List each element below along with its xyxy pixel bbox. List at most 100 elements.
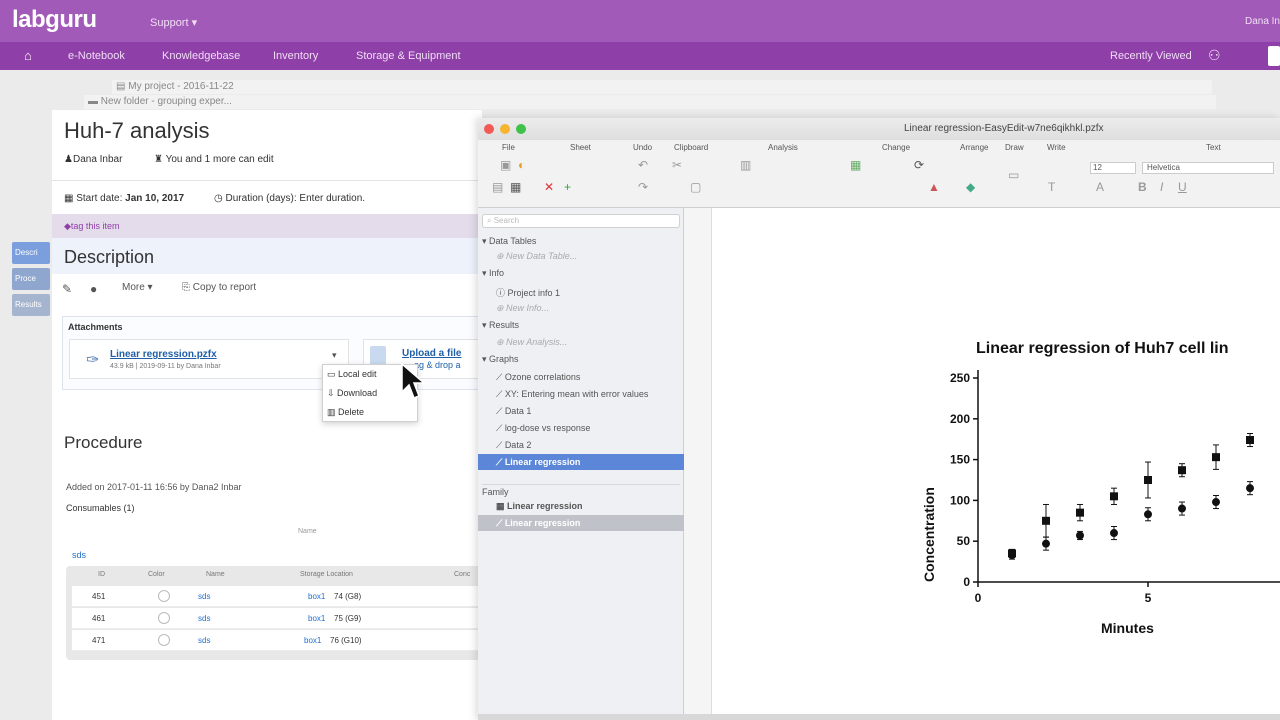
- table-row[interactable]: 471 sds box1 76 (G10): [72, 630, 482, 651]
- copy-to-report-button[interactable]: ⎘ Copy to report: [182, 282, 256, 293]
- color-scheme-icon[interactable]: ▲: [928, 180, 940, 194]
- close-window-button[interactable]: [484, 124, 494, 134]
- section-info[interactable]: ▾ Info: [482, 268, 504, 279]
- labguru-logo[interactable]: labguru: [12, 6, 97, 34]
- family-item-data[interactable]: ▦ Linear regression: [478, 498, 684, 514]
- paste-icon[interactable]: ▢: [690, 180, 701, 194]
- recently-viewed-link[interactable]: Recently Viewed: [1110, 50, 1192, 62]
- attachment-menu-caret[interactable]: ▾: [332, 350, 337, 361]
- ribbon-sheet[interactable]: Sheet: [570, 143, 591, 152]
- graph-log-dose[interactable]: ⟋ log-dose vs response: [496, 423, 590, 434]
- ribbon-text[interactable]: Text: [1206, 143, 1221, 152]
- open-icon[interactable]: ◐: [518, 158, 525, 172]
- text-tool-icon[interactable]: T: [1048, 180, 1055, 194]
- col-conc[interactable]: Conc: [454, 571, 470, 578]
- zoom-window-button[interactable]: [516, 124, 526, 134]
- user-menu[interactable]: Dana In: [1245, 16, 1280, 27]
- nav-e-notebook[interactable]: e-Notebook: [68, 50, 125, 62]
- family-item-graph-selected[interactable]: ⟋ Linear regression: [478, 515, 684, 531]
- tag-link[interactable]: ◆tag this item: [64, 221, 119, 232]
- new-file-icon[interactable]: ▣: [500, 158, 511, 172]
- cut-icon[interactable]: ✂: [672, 158, 682, 172]
- row-name-link[interactable]: sds: [198, 636, 210, 645]
- font-name-field[interactable]: Helvetica: [1142, 162, 1274, 174]
- col-name[interactable]: Name: [206, 571, 225, 578]
- italic-icon[interactable]: I: [1160, 180, 1163, 194]
- save-as-icon[interactable]: ▦: [510, 180, 521, 194]
- attach-icon[interactable]: ✎: [62, 282, 72, 296]
- table-row[interactable]: 461 sds box1 75 (G9): [72, 608, 482, 629]
- row-box-link[interactable]: box1: [308, 592, 325, 601]
- save-icon[interactable]: ▤: [492, 180, 503, 194]
- section-graphs[interactable]: ▾ Graphs: [482, 354, 519, 365]
- rotate-icon[interactable]: ⟳: [914, 158, 924, 172]
- minimize-window-button[interactable]: [500, 124, 510, 134]
- row-name-link[interactable]: sds: [198, 592, 210, 601]
- analyze-icon[interactable]: ▥: [740, 158, 751, 172]
- start-date[interactable]: ▦ Start date: Jan 10, 2017: [64, 193, 184, 204]
- col-id[interactable]: ID: [98, 571, 105, 578]
- ribbon-write[interactable]: Write: [1047, 143, 1066, 152]
- ribbon-draw[interactable]: Draw: [1005, 143, 1024, 152]
- users-icon[interactable]: ⚇: [1208, 47, 1221, 64]
- new-sheet-icon[interactable]: +: [564, 180, 571, 194]
- nav-inventory[interactable]: Inventory: [273, 50, 318, 62]
- graph-data-2[interactable]: ⟋ Data 2: [496, 440, 531, 451]
- draw-shape-icon[interactable]: ▭: [1008, 168, 1019, 182]
- bold-icon[interactable]: B: [1138, 180, 1147, 194]
- window-titlebar[interactable]: Linear regression-EasyEdit-w7ne6qikhkl.p…: [478, 118, 1280, 140]
- menu-delete[interactable]: ▥ Delete: [327, 407, 364, 418]
- breadcrumb-folder[interactable]: ▬ New folder - grouping exper...: [84, 95, 1216, 109]
- font-larger-icon[interactable]: A: [1096, 180, 1104, 194]
- new-data-table-link[interactable]: ⊕ New Data Table...: [496, 251, 577, 262]
- graph-xy[interactable]: ⟋ XY: Entering mean with error values: [496, 389, 648, 400]
- graph-linear-regression-selected[interactable]: ⟋ Linear regression: [478, 454, 684, 470]
- search-box-edge[interactable]: [1268, 46, 1280, 66]
- attachment-file-name[interactable]: Linear regression.pzfx: [110, 349, 217, 360]
- more-dropdown[interactable]: More ▾: [122, 282, 153, 293]
- underline-icon[interactable]: U: [1178, 180, 1187, 194]
- new-analysis-link[interactable]: ⊕ New Analysis...: [496, 337, 567, 348]
- upload-link[interactable]: Upload a file: [402, 348, 461, 359]
- side-tab-description[interactable]: Descri: [12, 242, 50, 264]
- section-results[interactable]: ▾ Results: [482, 320, 519, 331]
- side-tab-procedure[interactable]: Proce: [12, 268, 50, 290]
- row-name-link[interactable]: sds: [198, 614, 210, 623]
- graph-data-1[interactable]: ⟋ Data 1: [496, 406, 531, 417]
- redo-icon[interactable]: ↷: [638, 180, 648, 194]
- col-storage-location[interactable]: Storage Location: [300, 571, 353, 578]
- ribbon-clipboard[interactable]: Clipboard: [674, 143, 708, 152]
- ribbon-file[interactable]: File: [502, 143, 515, 152]
- ribbon-undo[interactable]: Undo: [633, 143, 652, 152]
- graph-type-icon[interactable]: ▦: [850, 158, 861, 172]
- ribbon-arrange[interactable]: Arrange: [960, 143, 988, 152]
- row-box-link[interactable]: box1: [304, 636, 321, 645]
- home-icon[interactable]: ⌂: [24, 48, 32, 63]
- table-row[interactable]: 451 sds box1 74 (G8): [72, 586, 482, 607]
- graph-ozone[interactable]: ⟋ Ozone correlations: [496, 372, 580, 383]
- breadcrumb-project[interactable]: ▤ My project - 2016-11-22: [112, 80, 1212, 94]
- nav-storage-equipment[interactable]: Storage & Equipment: [356, 50, 461, 62]
- nav-knowledgebase[interactable]: Knowledgebase: [162, 50, 240, 62]
- delete-sheet-icon[interactable]: ✕: [544, 180, 554, 194]
- duration[interactable]: ◷ Duration (days): Enter duration.: [214, 193, 365, 204]
- ribbon-analysis[interactable]: Analysis: [768, 143, 798, 152]
- arrange-icon[interactable]: ◆: [966, 180, 975, 194]
- col-color[interactable]: Color: [148, 571, 165, 578]
- menu-download[interactable]: ⇩ Download: [327, 388, 377, 399]
- new-info-link[interactable]: ⊕ New Info...: [496, 303, 549, 314]
- font-size-field[interactable]: 12: [1090, 162, 1136, 174]
- attachment-file[interactable]: ✑ Linear regression.pzfx 43.9 kB | 2019-…: [69, 339, 349, 379]
- navigator-search[interactable]: ⌕ Search: [482, 214, 680, 228]
- info-project-1[interactable]: ⓘ Project info 1: [496, 286, 560, 299]
- row-box-link[interactable]: box1: [308, 614, 325, 623]
- comment-icon[interactable]: ●: [90, 282, 97, 296]
- undo-icon[interactable]: ↶: [638, 158, 648, 172]
- menu-local-edit[interactable]: ▭ Local edit: [327, 369, 377, 380]
- support-menu[interactable]: Support ▾: [150, 16, 197, 29]
- sharing-info[interactable]: ♜ You and 1 more can edit: [154, 154, 274, 165]
- side-tab-results[interactable]: Results: [12, 294, 50, 316]
- group-link[interactable]: sds: [72, 550, 86, 560]
- ribbon-change[interactable]: Change: [882, 143, 910, 152]
- section-data-tables[interactable]: ▾ Data Tables: [482, 236, 536, 247]
